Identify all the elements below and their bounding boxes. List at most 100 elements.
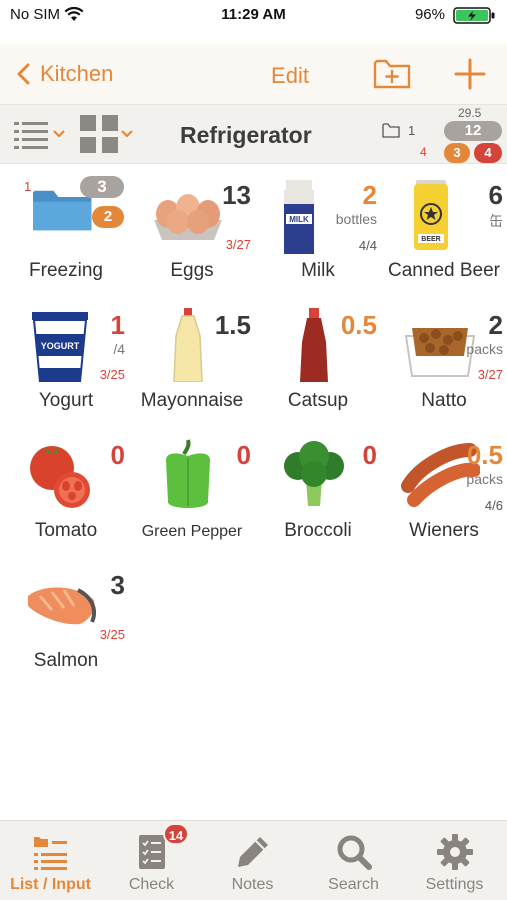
tab-search[interactable]: Search xyxy=(303,821,404,900)
beer-can-icon: BEER xyxy=(414,180,448,250)
location-title: Refrigerator xyxy=(180,122,312,148)
out-of-stock-badge: 4 xyxy=(474,143,502,163)
item-quantity: 0.5 xyxy=(466,440,503,470)
item-expiry: 3/27 xyxy=(477,367,503,382)
item-label: Eggs xyxy=(170,260,214,281)
item-yogurt[interactable]: YOGURT 1 /4 3/25 Yogurt xyxy=(2,294,127,424)
grid-view-toggle[interactable] xyxy=(78,115,136,160)
item-label: Broccoli xyxy=(284,520,352,541)
item-label: Natto xyxy=(421,390,467,411)
yogurt-cup-icon: YOGURT xyxy=(32,312,88,382)
item-broccoli[interactable]: 0 Broccoli xyxy=(254,424,379,554)
list-input-icon xyxy=(34,837,67,870)
item-label: Yogurt xyxy=(38,390,94,411)
folder-count-value: 1 xyxy=(408,123,416,138)
milk-bottle-icon: MILK xyxy=(284,180,314,254)
item-quantity: 0 xyxy=(362,440,377,470)
svg-text:YOGURT: YOGURT xyxy=(41,341,80,351)
item-unit: /4 xyxy=(113,341,125,357)
gear-icon xyxy=(437,834,473,870)
battery-percent: 96% xyxy=(414,6,445,23)
item-milk[interactable]: MILK 2 bottles 4/4 Milk xyxy=(254,164,379,294)
item-quantity: 2 xyxy=(362,180,377,210)
item-tomato[interactable]: 0 Tomato xyxy=(2,424,127,554)
item-label: Tomato xyxy=(34,520,98,541)
item-quantity: 0 xyxy=(110,440,125,470)
tomato-icon xyxy=(30,446,90,508)
item-mayonnaise[interactable]: 1.5 Mayonnaise xyxy=(128,294,253,424)
item-unit: packs xyxy=(466,471,503,487)
tab-notes[interactable]: Notes xyxy=(202,821,303,900)
item-quantity: 13 xyxy=(222,180,251,210)
location-toolbar: Refrigerator 1 29.5 12 4 3 4 xyxy=(0,104,507,164)
green-pepper-icon xyxy=(166,439,210,508)
navigation-bar: Kitchen Edit xyxy=(0,44,507,104)
item-catsup[interactable]: 0.5 Catsup xyxy=(254,294,379,424)
add-item-button[interactable] xyxy=(453,57,487,96)
item-label: Freezing xyxy=(29,260,103,281)
item-unit: bottles xyxy=(335,211,377,227)
item-quantity: 6 xyxy=(488,180,503,210)
pencil-icon xyxy=(238,837,268,867)
tab-label: Notes xyxy=(231,876,274,893)
folder-outline-icon xyxy=(382,123,400,138)
folder-item-freezing[interactable]: 1 3 2 Freezing xyxy=(2,164,127,294)
tab-label: Search xyxy=(328,876,379,893)
low-stock-badge: 3 xyxy=(444,143,470,163)
eggs-icon xyxy=(154,194,222,240)
tab-check[interactable]: 14 Check xyxy=(101,821,202,900)
tab-bar: List / Input 14 Check Notes Search Setti… xyxy=(0,820,507,900)
item-natto[interactable]: 2 packs 3/27 Natto xyxy=(380,294,505,424)
svg-text:BEER: BEER xyxy=(421,236,440,243)
search-icon xyxy=(337,835,372,870)
list-view-toggle[interactable] xyxy=(12,119,68,156)
folder-low-count: 2 xyxy=(92,206,124,228)
item-canned-beer[interactable]: BEER 6 缶 Canned Beer xyxy=(380,164,505,294)
tab-list-input[interactable]: List / Input xyxy=(0,821,101,900)
tab-label: Check xyxy=(128,876,175,893)
expired-count: 4 xyxy=(420,145,427,159)
tab-label: Settings xyxy=(425,876,484,893)
item-quantity: 0.5 xyxy=(340,310,377,340)
folder-count: 1 xyxy=(382,123,415,138)
tab-label: List / Input xyxy=(10,876,91,893)
item-green-pepper[interactable]: 0 Green Pepper xyxy=(128,424,253,554)
item-eggs[interactable]: 13 3/27 Eggs xyxy=(128,164,253,294)
item-label: Canned Beer xyxy=(388,260,500,281)
item-quantity: 3 xyxy=(110,570,125,600)
svg-text:MILK: MILK xyxy=(289,215,309,224)
add-folder-button[interactable] xyxy=(373,58,411,95)
item-label: Catsup xyxy=(287,390,349,411)
item-stock: 4/4 xyxy=(358,238,377,253)
folder-plus-icon xyxy=(373,59,411,89)
item-expiry: 3/25 xyxy=(99,627,125,642)
item-quantity: 2 xyxy=(488,310,503,340)
item-wieners[interactable]: 0.5 packs 4/6 Wieners xyxy=(380,424,505,554)
folder-item-count: 3 xyxy=(80,176,124,198)
item-expiry: 3/27 xyxy=(225,237,251,252)
item-quantity: 1.5 xyxy=(214,310,251,340)
item-unit: packs xyxy=(466,341,503,357)
item-label: Wieners xyxy=(409,520,479,541)
item-label: Green Pepper xyxy=(141,523,243,540)
item-label: Salmon xyxy=(33,650,99,671)
item-expiry: 3/25 xyxy=(99,367,125,382)
total-quantity: 29.5 xyxy=(458,106,482,120)
item-quantity: 1 xyxy=(110,310,125,340)
list-view-icon xyxy=(14,122,65,149)
item-count-badge: 12 xyxy=(444,121,502,141)
item-label: Mayonnaise xyxy=(140,390,244,411)
item-label: Milk xyxy=(301,260,335,281)
broccoli-icon xyxy=(284,441,344,506)
item-salmon[interactable]: 3 3/25 Salmon xyxy=(2,554,127,684)
edit-button[interactable]: Edit xyxy=(0,63,507,89)
status-bar: No SIM 11:29 AM 96% xyxy=(0,0,507,30)
plus-icon xyxy=(454,58,486,90)
item-quantity: 0 xyxy=(236,440,251,470)
tab-settings[interactable]: Settings xyxy=(404,821,505,900)
salmon-icon xyxy=(28,587,97,625)
battery-icon xyxy=(453,7,497,24)
item-unit: 缶 xyxy=(489,213,503,229)
grid-view-icon xyxy=(80,115,133,153)
item-stock: 4/6 xyxy=(484,498,503,513)
